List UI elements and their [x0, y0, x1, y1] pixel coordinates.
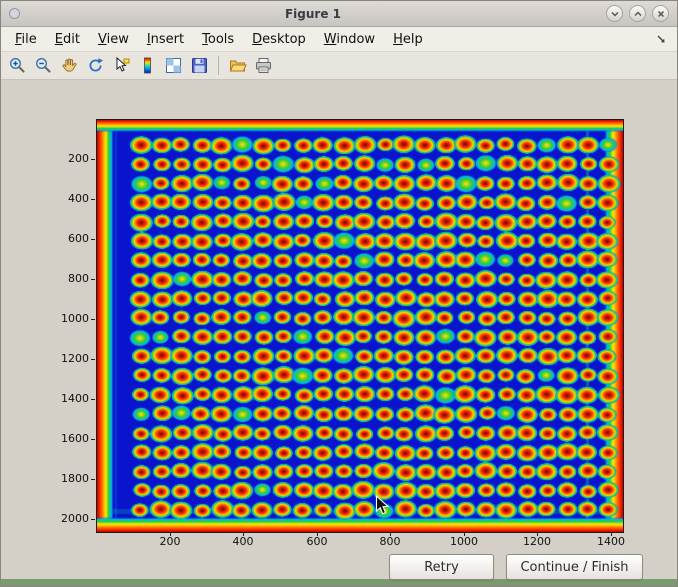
continue-finish-button[interactable]: Continue / Finish: [506, 554, 643, 580]
y-tick-mark: [91, 479, 95, 480]
y-tick-mark: [91, 399, 95, 400]
open-file-button[interactable]: [226, 54, 249, 77]
x-tick-mark: [611, 532, 612, 536]
pan-hand-icon: [60, 56, 79, 75]
data-cursor-icon: [112, 56, 131, 75]
x-tick-mark: [537, 532, 538, 536]
menu-edit[interactable]: Edit: [47, 29, 88, 50]
zoom-out-button[interactable]: [32, 54, 55, 77]
x-tick-label: 800: [380, 535, 401, 549]
menu-desktop[interactable]: Desktop: [244, 29, 314, 50]
y-tick-label: 2000: [43, 512, 89, 526]
minimize-button[interactable]: [606, 5, 623, 22]
window-menu-icon[interactable]: [9, 8, 20, 19]
window-controls: [606, 5, 669, 22]
pan-button[interactable]: [58, 54, 81, 77]
rotate-3d-icon: [86, 56, 105, 75]
y-tick-label: 1800: [43, 472, 89, 486]
data-cursor-button[interactable]: [110, 54, 133, 77]
save-figure-button[interactable]: [188, 54, 211, 77]
window-title: Figure 1: [20, 7, 606, 21]
y-tick-mark: [91, 279, 95, 280]
zoom-in-icon: [8, 56, 27, 75]
menu-window[interactable]: Window: [316, 29, 383, 50]
y-tick-label: 800: [43, 272, 89, 286]
y-tick-label: 200: [43, 152, 89, 166]
x-tick-label: 400: [233, 535, 254, 549]
menu-help[interactable]: Help: [385, 29, 431, 50]
y-tick-mark: [91, 519, 95, 520]
y-tick-mark: [91, 439, 95, 440]
menu-tools[interactable]: Tools: [194, 29, 242, 50]
y-tick-label: 1000: [43, 312, 89, 326]
y-tick-label: 1600: [43, 432, 89, 446]
chevron-up-icon: [633, 9, 643, 19]
x-tick-label: 200: [160, 535, 181, 549]
close-button[interactable]: [652, 5, 669, 22]
x-tick-mark: [170, 532, 171, 536]
zoom-in-button[interactable]: [6, 54, 29, 77]
toolbar-separator: [218, 56, 219, 75]
x-tick-mark: [390, 532, 391, 536]
x-tick-label: 1200: [523, 535, 551, 549]
y-tick-label: 600: [43, 232, 89, 246]
y-tick-mark: [91, 159, 95, 160]
x-tick-mark: [464, 532, 465, 536]
dock-arrow-icon[interactable]: [655, 30, 671, 49]
colorbar-button[interactable]: [136, 54, 159, 77]
y-tick-label: 400: [43, 192, 89, 206]
bottom-strip: [1, 579, 677, 586]
close-icon: [656, 9, 666, 19]
y-tick-mark: [91, 199, 95, 200]
x-tick-mark: [243, 532, 244, 536]
y-tick-mark: [91, 359, 95, 360]
print-figure-button[interactable]: [252, 54, 275, 77]
plate-heatmap-image[interactable]: [96, 119, 624, 533]
open-folder-icon: [228, 56, 247, 75]
menubar: File Edit View Insert Tools Desktop Wind…: [1, 27, 677, 52]
figure-window: Figure 1 File Edit View Insert Tools Des…: [0, 0, 678, 587]
x-tick-label: 600: [307, 535, 328, 549]
insert-legend-button[interactable]: [162, 54, 185, 77]
save-icon: [190, 56, 209, 75]
x-tick-mark: [317, 532, 318, 536]
figure-toolbar: [1, 52, 677, 80]
legend-icon: [164, 56, 183, 75]
menu-view[interactable]: View: [90, 29, 137, 50]
rotate-3d-button[interactable]: [84, 54, 107, 77]
y-tick-label: 1400: [43, 392, 89, 406]
chevron-down-icon: [610, 9, 620, 19]
menu-file[interactable]: File: [7, 29, 45, 50]
maximize-button[interactable]: [629, 5, 646, 22]
x-tick-label: 1400: [597, 535, 625, 549]
zoom-out-icon: [34, 56, 53, 75]
x-tick-label: 1000: [450, 535, 478, 549]
retry-button[interactable]: Retry: [389, 554, 494, 580]
menu-insert[interactable]: Insert: [139, 29, 192, 50]
print-icon: [254, 56, 273, 75]
mouse-cursor-icon: [375, 495, 389, 520]
y-tick-mark: [91, 319, 95, 320]
y-tick-mark: [91, 239, 95, 240]
colorbar-icon: [138, 56, 157, 75]
y-tick-label: 1200: [43, 352, 89, 366]
titlebar: Figure 1: [1, 1, 677, 27]
